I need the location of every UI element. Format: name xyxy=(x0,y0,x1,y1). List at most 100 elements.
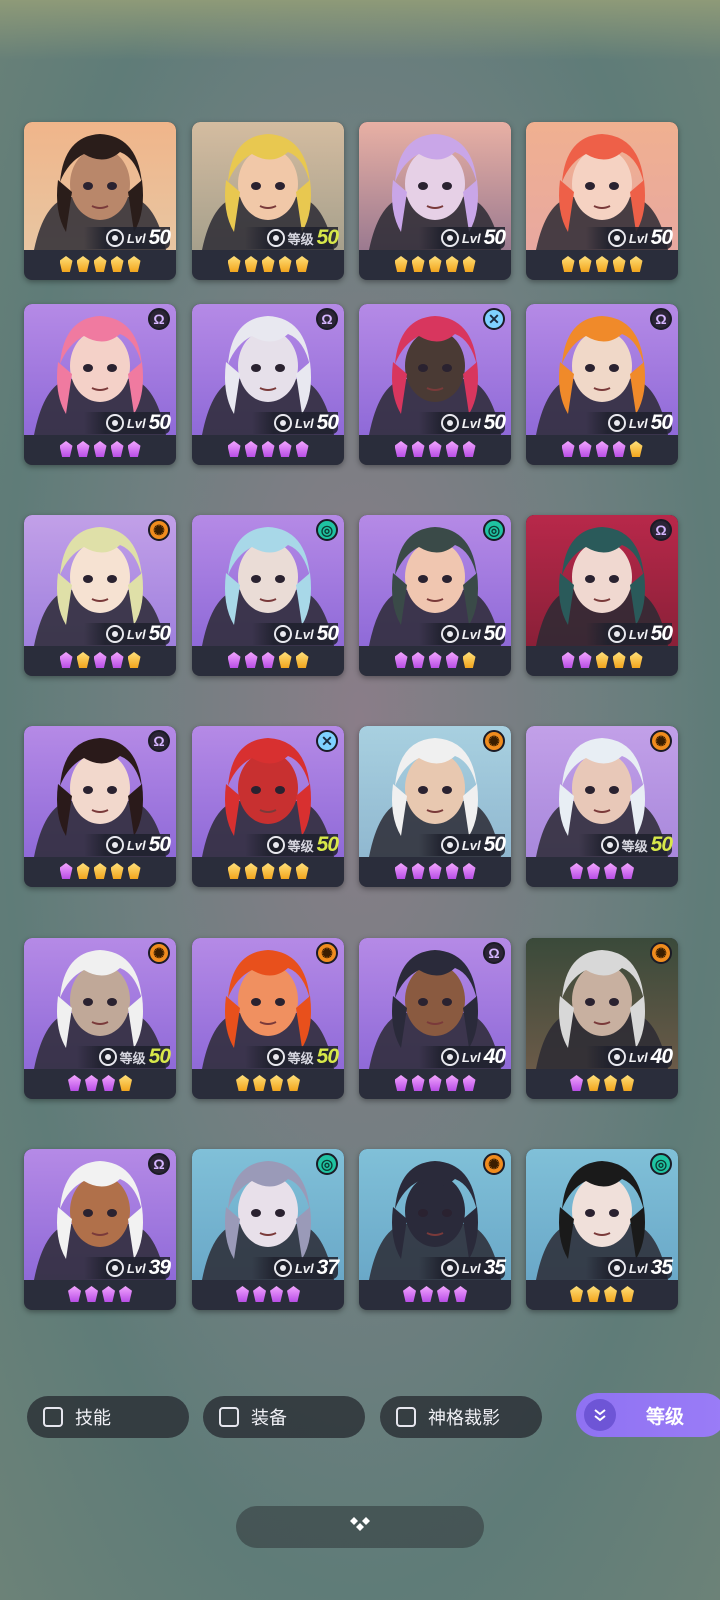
hero-level: Lvl 40 xyxy=(418,1045,506,1068)
filter-skill-toggle[interactable]: 技能 xyxy=(27,1396,189,1438)
filter-bar: 技能 装备 神格裁影 等级 xyxy=(0,1393,720,1440)
hero-level: Lvl 50 xyxy=(585,226,673,249)
spiral-icon: ◎ xyxy=(483,519,505,541)
purple-gem-icon xyxy=(68,1286,81,1302)
gold-gem-icon xyxy=(287,1075,300,1091)
class-icon xyxy=(607,625,626,643)
hero-card[interactable]: ◎ Lvl 35 xyxy=(526,1149,678,1310)
hero-card[interactable]: Ω Lvl 50 xyxy=(192,304,344,465)
star-gems xyxy=(526,252,678,276)
hero-card[interactable]: 等级 50 xyxy=(192,122,344,280)
class-icon xyxy=(105,1259,124,1277)
hero-card[interactable]: ✺ 等级 50 xyxy=(24,938,176,1099)
level-value: 50 xyxy=(650,411,673,434)
gold-gem-icon xyxy=(295,256,309,272)
purple-gem-icon xyxy=(462,863,476,879)
hero-card[interactable]: Ω Lvl 39 xyxy=(24,1149,176,1310)
hero-level: Lvl 50 xyxy=(418,833,506,856)
level-value: 50 xyxy=(316,411,339,434)
purple-gem-icon xyxy=(93,652,107,668)
star-gems xyxy=(192,437,344,461)
purple-gem-icon xyxy=(295,441,309,457)
hero-card[interactable]: Ω Lvl 50 xyxy=(24,304,176,465)
hero-card[interactable]: ◎ Lvl 50 xyxy=(192,515,344,676)
purple-gem-icon xyxy=(244,652,258,668)
level-value: 40 xyxy=(483,1045,506,1068)
purple-gem-icon xyxy=(445,1075,459,1091)
hero-card[interactable]: ✺ Lvl 35 xyxy=(359,1149,511,1310)
gold-gem-icon xyxy=(244,863,258,879)
purple-gem-icon xyxy=(403,1286,416,1302)
level-prefix: Lvl xyxy=(126,626,146,642)
class-icon xyxy=(273,414,292,432)
purple-gem-icon xyxy=(85,1286,98,1302)
purple-gem-icon xyxy=(85,1075,98,1091)
gold-gem-icon xyxy=(445,256,459,272)
level-prefix: 等级 xyxy=(621,838,648,854)
level-prefix: Lvl xyxy=(126,230,146,246)
checkbox[interactable] xyxy=(43,1407,63,1427)
sun-icon: ✺ xyxy=(148,519,170,541)
purple-gem-icon xyxy=(411,441,425,457)
hero-level: Lvl 50 xyxy=(585,411,673,434)
hero-card[interactable]: ✕ Lvl 50 xyxy=(359,304,511,465)
gold-gem-icon xyxy=(59,256,73,272)
star-gems xyxy=(526,1071,678,1095)
hero-card[interactable]: ✺ 等级 50 xyxy=(192,938,344,1099)
level-prefix: Lvl xyxy=(294,415,314,431)
gold-gem-icon xyxy=(110,256,124,272)
hero-card[interactable]: ✺ Lvl 40 xyxy=(526,938,678,1099)
purple-gem-icon xyxy=(68,1075,81,1091)
hero-card[interactable]: Lvl 50 xyxy=(359,122,511,280)
hero-card[interactable]: Ω Lvl 50 xyxy=(526,515,678,676)
hero-card[interactable]: ✺ Lvl 50 xyxy=(359,726,511,887)
level-prefix: 等级 xyxy=(287,1050,314,1066)
purple-gem-icon xyxy=(394,441,408,457)
hero-card[interactable]: Ω Lvl 50 xyxy=(24,726,176,887)
hero-card[interactable]: ◎ Lvl 50 xyxy=(359,515,511,676)
gold-gem-icon xyxy=(587,1286,600,1302)
class-icon xyxy=(607,1259,626,1277)
level-value: 50 xyxy=(650,226,673,249)
filter-godhood-toggle[interactable]: 神格裁影 xyxy=(380,1396,542,1438)
gold-gem-icon xyxy=(570,1286,583,1302)
gold-gem-icon xyxy=(261,256,275,272)
expand-button[interactable] xyxy=(236,1506,484,1548)
checkbox[interactable] xyxy=(219,1407,239,1427)
filter-equipment-toggle[interactable]: 装备 xyxy=(203,1396,365,1438)
purple-gem-icon xyxy=(394,1075,408,1091)
hero-card[interactable]: ✺ Lvl 50 xyxy=(24,515,176,676)
gold-gem-icon xyxy=(278,863,292,879)
star-gems xyxy=(24,648,176,672)
star-gems xyxy=(526,437,678,461)
purple-gem-icon xyxy=(428,1075,442,1091)
star-gems xyxy=(192,252,344,276)
hero-card[interactable]: ◎ Lvl 37 xyxy=(192,1149,344,1310)
purple-gem-icon xyxy=(561,441,575,457)
purple-gem-icon xyxy=(59,441,73,457)
class-icon xyxy=(98,1048,117,1066)
level-prefix: Lvl xyxy=(628,1049,648,1065)
omega-icon: Ω xyxy=(650,308,672,330)
star-gems xyxy=(359,437,511,461)
gold-gem-icon xyxy=(561,256,575,272)
hero-card[interactable]: Lvl 50 xyxy=(526,122,678,280)
gold-gem-icon xyxy=(227,863,241,879)
hero-card[interactable]: ✕ 等级 50 xyxy=(192,726,344,887)
sort-by-level-button[interactable]: 等级 xyxy=(576,1393,720,1437)
class-icon xyxy=(440,414,459,432)
star-gems xyxy=(359,1071,511,1095)
gold-gem-icon xyxy=(621,1286,634,1302)
hero-card[interactable]: Ω Lvl 40 xyxy=(359,938,511,1099)
hero-level: Lvl 50 xyxy=(83,833,171,856)
level-prefix: Lvl xyxy=(628,1260,648,1276)
gold-gem-icon xyxy=(295,863,309,879)
omega-icon: Ω xyxy=(148,730,170,752)
purple-gem-icon xyxy=(59,863,73,879)
gold-gem-icon xyxy=(394,256,408,272)
hero-card[interactable]: Ω Lvl 50 xyxy=(526,304,678,465)
hero-card[interactable]: ✺ 等级 50 xyxy=(526,726,678,887)
checkbox[interactable] xyxy=(396,1407,416,1427)
gold-gem-icon xyxy=(612,652,626,668)
hero-card[interactable]: Lvl 50 xyxy=(24,122,176,280)
